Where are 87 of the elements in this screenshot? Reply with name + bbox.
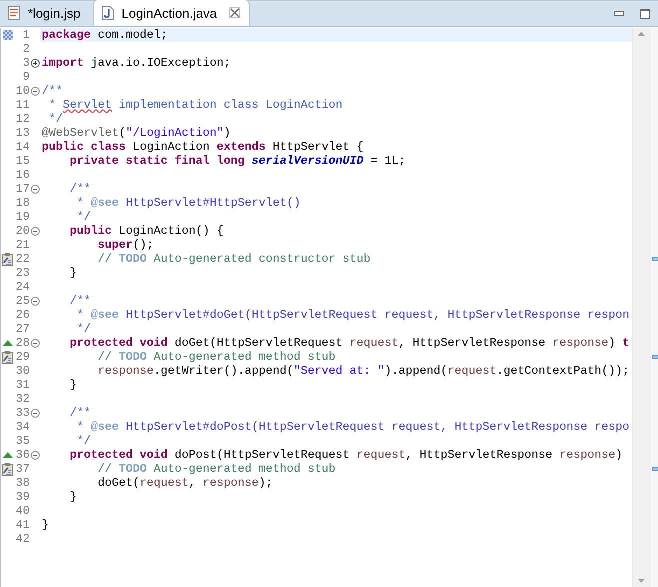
code-line: /** xyxy=(68,182,91,196)
code-line: */ xyxy=(76,322,91,336)
minimize-button[interactable] xyxy=(614,11,624,16)
line-number: 35 xyxy=(15,434,30,448)
line-number: 17 xyxy=(15,182,30,196)
line-number: 22 xyxy=(15,252,30,266)
code-line: import java.io.IOException; xyxy=(42,56,231,70)
task-marker[interactable] xyxy=(652,467,658,471)
maximize-icon xyxy=(640,8,650,18)
line-number: 42 xyxy=(15,532,30,546)
line-number: 25 xyxy=(15,294,30,308)
line-number: 10 xyxy=(15,84,30,98)
code-line: /** xyxy=(68,294,91,308)
task-marker[interactable] xyxy=(652,257,658,261)
line-number: 34 xyxy=(15,420,30,434)
task-marker[interactable] xyxy=(652,355,658,359)
code-line: // TODO Auto-generated method stub xyxy=(96,350,336,364)
line-number: 12 xyxy=(15,112,30,126)
code-line: * @see HttpServlet#HttpServlet() xyxy=(76,196,301,210)
line-number: 23 xyxy=(15,266,30,280)
collapse-icon[interactable] xyxy=(30,296,40,306)
line-number: 30 xyxy=(15,364,30,378)
line-number: 14 xyxy=(15,140,30,154)
code-line: */ xyxy=(76,434,91,448)
code-line: @WebServlet("/LoginAction") xyxy=(42,126,231,140)
code-line: } xyxy=(68,266,77,280)
line-number: 39 xyxy=(15,490,30,504)
collapse-icon[interactable] xyxy=(30,226,40,236)
code-line: // TODO Auto-generated constructor stub xyxy=(96,252,371,266)
expand-icon[interactable] xyxy=(30,58,40,68)
code-line: public class LoginAction extends HttpServlet { xyxy=(42,140,364,154)
code-line: /** xyxy=(42,84,63,98)
collapse-icon[interactable] xyxy=(30,184,40,194)
line-number: 1 xyxy=(22,28,30,42)
maximize-button[interactable] xyxy=(640,8,650,18)
code-line: */ xyxy=(76,210,91,224)
line-number: 16 xyxy=(15,168,30,182)
code-line: package com.model; xyxy=(42,28,168,42)
code-line: // TODO Auto-generated method stub xyxy=(96,462,336,476)
line-number: 18 xyxy=(15,196,30,210)
line-number: 33 xyxy=(15,406,30,420)
editor-tab[interactable]: *login.jsp xyxy=(0,0,89,26)
code-line: } xyxy=(68,378,77,392)
line-number: 38 xyxy=(15,476,30,490)
line-number: 29 xyxy=(15,350,30,364)
line-number: 41 xyxy=(15,518,30,532)
line-number: 40 xyxy=(15,504,30,518)
line-number: 2 xyxy=(22,42,30,56)
code-line: * @see HttpServlet#doGet(HttpServletRequest request, HttpServletResponse respon xyxy=(76,308,630,322)
code-line: response.getWriter().append("Served at: ").append(request.getContextPath()); xyxy=(96,364,630,378)
code-line: /** xyxy=(68,406,91,420)
code-line: public LoginAction() { xyxy=(68,224,224,238)
line-number: 3 xyxy=(22,56,30,70)
line-number: 20 xyxy=(15,224,30,238)
collapse-icon[interactable] xyxy=(30,450,40,460)
line-number: 24 xyxy=(15,280,30,294)
editor-tab[interactable]: LoginAction.java xyxy=(92,0,250,26)
line-number: 19 xyxy=(15,210,30,224)
code-line: private static final long serialVersionUID = 1L; xyxy=(68,154,406,168)
line-number: 21 xyxy=(15,238,30,252)
line-number: 27 xyxy=(15,322,30,336)
line-number: 36 xyxy=(15,448,30,462)
line-number: 28 xyxy=(15,336,30,350)
code-line: } xyxy=(68,490,77,504)
code-line: * Servlet implementation class LoginAction xyxy=(48,98,343,112)
line-number: 32 xyxy=(15,392,30,406)
minimize-icon xyxy=(614,11,624,16)
close-icon[interactable] xyxy=(229,7,242,19)
line-number: 37 xyxy=(15,462,30,476)
file-icon xyxy=(8,6,20,20)
code-line: protected void doGet(HttpServletRequest request, HttpServletResponse response) t xyxy=(68,336,630,350)
line-number: 11 xyxy=(15,98,30,112)
java-file-icon xyxy=(102,6,114,20)
code-line: * @see HttpServlet#doPost(HttpServletRequest request, HttpServletResponse respo xyxy=(76,420,630,434)
line-number: 15 xyxy=(15,154,30,168)
line-number: 26 xyxy=(15,308,30,322)
code-line: protected void doPost(HttpServletRequest request, HttpServletResponse response) xyxy=(68,448,623,462)
code-line: } xyxy=(42,518,49,532)
line-number: 31 xyxy=(15,378,30,392)
code-line: doGet(request, response); xyxy=(96,476,273,490)
collapse-icon[interactable] xyxy=(30,86,40,96)
collapse-icon[interactable] xyxy=(30,408,40,418)
code-line: super(); xyxy=(96,238,154,252)
line-number: 13 xyxy=(15,126,30,140)
code-line: */ xyxy=(48,112,63,126)
collapse-icon[interactable] xyxy=(30,338,40,348)
line-number: 9 xyxy=(22,70,30,84)
